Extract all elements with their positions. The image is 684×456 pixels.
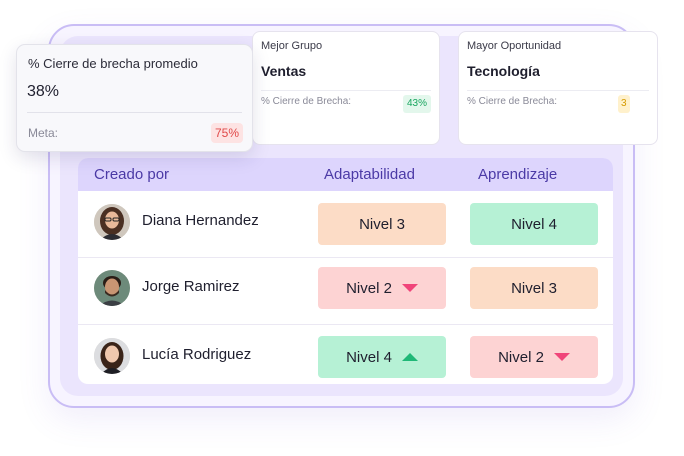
divider	[467, 90, 649, 91]
level-label: Nivel 3	[359, 215, 405, 233]
divider	[261, 90, 431, 91]
level-pill-adaptabilidad: Nivel 2	[318, 267, 446, 309]
percent-badge: 3	[618, 95, 630, 113]
goal-label: Meta:	[28, 126, 59, 140]
gap-closure-value: 38%	[27, 83, 60, 100]
gap-closure-card: % Cierre de brecha promedio 38% Meta: 75…	[16, 44, 253, 152]
level-pill-aprendizaje: Nivel 4	[470, 203, 598, 245]
column-header-aprendizaje[interactable]: Aprendizaje	[478, 166, 557, 183]
person-name: Lucía Rodriguez	[142, 346, 252, 363]
avatar	[94, 270, 130, 306]
person-name: Jorge Ramirez	[142, 278, 240, 295]
stat-card-mayor-oportunidad: Mayor Oportunidad Tecnología % Cierre de…	[458, 31, 658, 145]
stat-card-sub-label: % Cierre de Brecha:	[261, 96, 352, 107]
level-label: Nivel 2	[346, 279, 392, 297]
stat-card-value: Tecnología	[467, 63, 540, 79]
level-label: Nivel 2	[498, 348, 544, 366]
stat-card-mejor-grupo: Mejor Grupo Ventas % Cierre de Brecha: 4…	[252, 31, 440, 145]
goal-badge: 75%	[211, 123, 243, 143]
avatar	[94, 338, 130, 374]
percent-badge: 43%	[402, 95, 431, 113]
column-header-creado-por[interactable]: Creado por	[94, 166, 169, 183]
avatar	[94, 204, 130, 240]
level-pill-aprendizaje: Nivel 3	[470, 267, 598, 309]
divider	[27, 112, 242, 113]
trend-down-icon	[401, 284, 418, 292]
gap-closure-label: % Cierre de brecha promedio	[28, 56, 198, 71]
table-row[interactable]: Jorge Ramirez Nivel 2 Nivel 3	[78, 258, 613, 325]
level-pill-aprendizaje: Nivel 2	[470, 336, 598, 378]
stat-card-label: Mayor Oportunidad	[467, 40, 562, 52]
person-name: Diana Hernandez	[142, 212, 259, 229]
table-row[interactable]: Diana Hernandez Nivel 3 Nivel 4	[78, 191, 613, 258]
trend-up-icon	[401, 353, 418, 361]
stat-card-sub-label: % Cierre de Brecha:	[467, 96, 558, 107]
stat-card-value: Ventas	[261, 63, 307, 79]
table-row[interactable]: Lucía Rodriguez Nivel 4 Nivel 2	[78, 325, 613, 384]
level-label: Nivel 4	[346, 348, 392, 366]
level-pill-adaptabilidad: Nivel 3	[318, 203, 446, 245]
level-label: Nivel 3	[511, 279, 557, 297]
trend-down-icon	[553, 353, 570, 361]
level-label: Nivel 4	[511, 215, 557, 233]
stat-card-label: Mejor Grupo	[261, 40, 323, 52]
level-pill-adaptabilidad: Nivel 4	[318, 336, 446, 378]
competency-table: Creado por Adaptabilidad Aprendizaje Dia…	[78, 158, 613, 384]
column-header-adaptabilidad[interactable]: Adaptabilidad	[324, 166, 415, 183]
table-header: Creado por Adaptabilidad Aprendizaje	[78, 158, 613, 191]
